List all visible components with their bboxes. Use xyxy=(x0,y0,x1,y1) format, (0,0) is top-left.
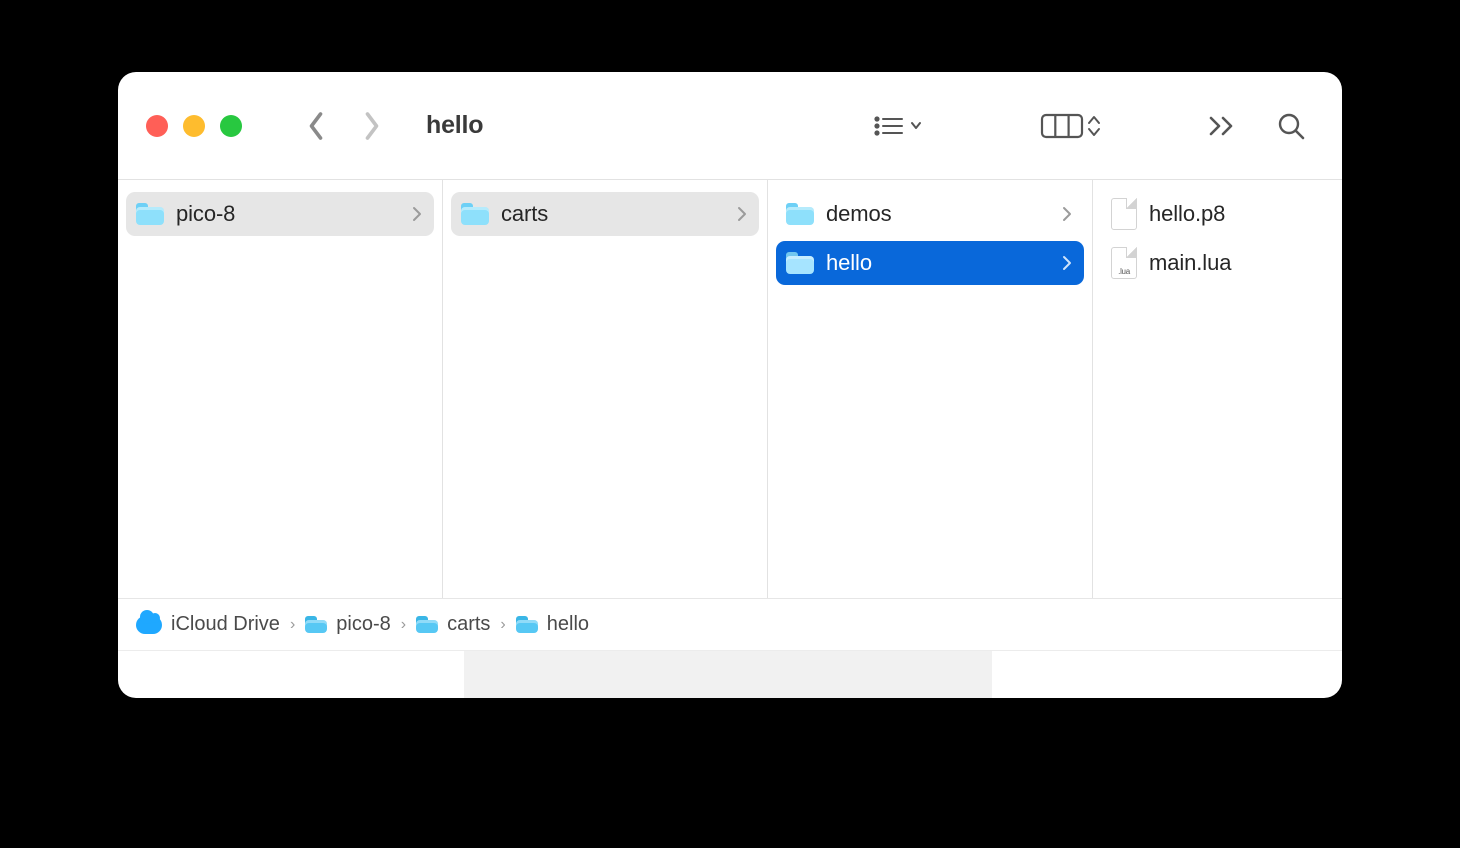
column-2: carts xyxy=(443,180,768,598)
item-label: pico-8 xyxy=(176,201,400,227)
finder-window: hello xyxy=(118,72,1342,698)
chevron-right-icon xyxy=(362,111,382,141)
folder-icon xyxy=(305,616,327,633)
column-view: pico-8 carts demos hello xyxy=(118,180,1342,598)
path-separator-icon: › xyxy=(401,616,406,634)
view-columns-button[interactable] xyxy=(1032,104,1110,148)
toolbar-overflow-button[interactable] xyxy=(1200,109,1244,143)
item-label: demos xyxy=(826,201,1050,227)
back-button[interactable] xyxy=(298,106,334,146)
status-bar xyxy=(118,650,1342,698)
folder-item-pico8[interactable]: pico-8 xyxy=(126,192,434,236)
search-button[interactable] xyxy=(1268,105,1314,147)
chevron-left-icon xyxy=(306,111,326,141)
path-separator-icon: › xyxy=(500,616,505,634)
traffic-lights xyxy=(146,115,242,137)
group-menu-button[interactable] xyxy=(864,106,930,146)
forward-button[interactable] xyxy=(354,106,390,146)
list-bullets-icon xyxy=(872,112,922,140)
folder-icon xyxy=(786,203,814,225)
folder-icon xyxy=(136,203,164,225)
path-crumb-hello[interactable]: hello xyxy=(516,613,589,636)
chevron-right-icon xyxy=(1062,206,1072,222)
crumb-label: pico-8 xyxy=(336,613,390,636)
item-label: main.lua xyxy=(1149,250,1322,276)
path-bar: iCloud Drive › pico-8 › carts › hello xyxy=(118,598,1342,650)
folder-item-carts[interactable]: carts xyxy=(451,192,759,236)
folder-icon xyxy=(461,203,489,225)
close-window-button[interactable] xyxy=(146,115,168,137)
window-title: hello xyxy=(426,111,483,140)
zoom-window-button[interactable] xyxy=(220,115,242,137)
chevron-right-icon xyxy=(412,206,422,222)
path-crumb-carts[interactable]: carts xyxy=(416,613,490,636)
file-icon xyxy=(1111,198,1137,230)
path-crumb-pico8[interactable]: pico-8 xyxy=(305,613,390,636)
columns-icon xyxy=(1040,110,1102,142)
path-separator-icon: › xyxy=(290,616,295,634)
crumb-label: iCloud Drive xyxy=(171,613,280,636)
folder-item-demos[interactable]: demos xyxy=(776,192,1084,236)
column-1: pico-8 xyxy=(118,180,443,598)
folder-icon xyxy=(416,616,438,633)
item-label: hello xyxy=(826,250,1050,276)
cloud-icon xyxy=(136,616,162,634)
folder-icon xyxy=(516,616,538,633)
item-label: carts xyxy=(501,201,725,227)
column-3: demos hello xyxy=(768,180,1093,598)
chevron-down-icon xyxy=(912,123,920,128)
chevron-right-icon xyxy=(1062,255,1072,271)
folder-item-hello[interactable]: hello xyxy=(776,241,1084,285)
path-crumb-icloud[interactable]: iCloud Drive xyxy=(136,613,280,636)
search-icon xyxy=(1276,111,1306,141)
minimize-window-button[interactable] xyxy=(183,115,205,137)
crumb-label: hello xyxy=(547,613,589,636)
file-lua-icon xyxy=(1111,247,1137,279)
folder-icon xyxy=(786,252,814,274)
column-4: hello.p8 main.lua xyxy=(1093,180,1342,598)
item-label: hello.p8 xyxy=(1149,201,1322,227)
file-item-main-lua[interactable]: main.lua xyxy=(1101,241,1334,285)
double-chevron-right-icon xyxy=(1208,115,1236,137)
chevron-right-icon xyxy=(737,206,747,222)
file-item-hello-p8[interactable]: hello.p8 xyxy=(1101,192,1334,236)
toolbar: hello xyxy=(118,72,1342,180)
crumb-label: carts xyxy=(447,613,490,636)
